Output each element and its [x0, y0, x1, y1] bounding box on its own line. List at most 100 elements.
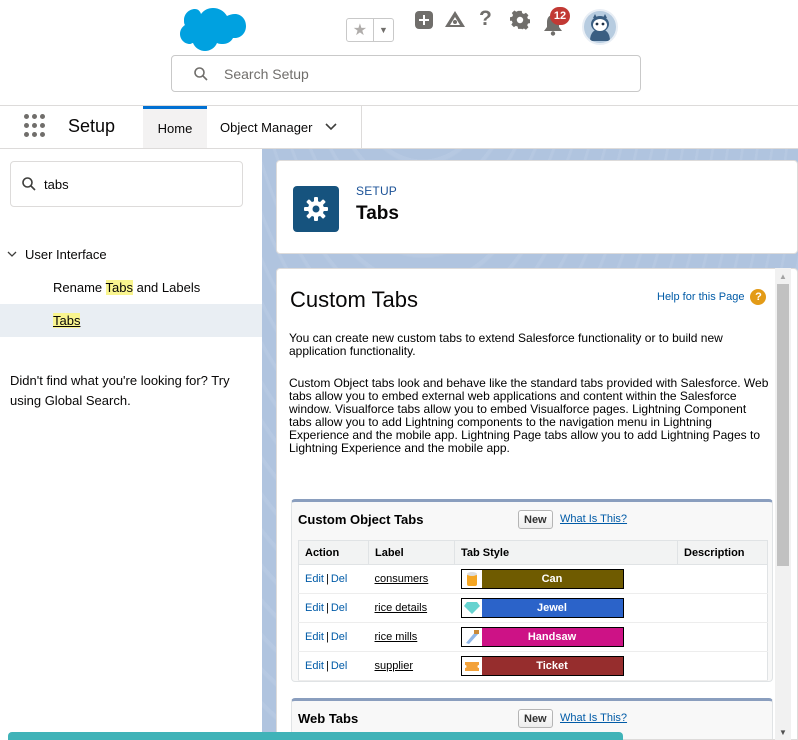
tab-home-label: Home: [157, 121, 193, 136]
del-link[interactable]: Del: [331, 660, 348, 672]
action-separator: |: [325, 631, 329, 643]
del-link[interactable]: Del: [331, 631, 348, 643]
row-description-cell: [677, 622, 768, 652]
custom-object-tabs-block: Custom Object Tabs New What Is This? Act…: [291, 499, 773, 682]
row-style-cell: Can: [454, 564, 678, 594]
del-link[interactable]: Del: [331, 573, 348, 585]
tab-label-link[interactable]: consumers: [375, 573, 429, 585]
edit-link[interactable]: Edit: [305, 631, 324, 643]
table-row: Edit | Del consumers Can: [298, 564, 768, 594]
scroll-up-arrow-icon[interactable]: ▲: [775, 268, 791, 284]
can-icon: [461, 570, 482, 588]
edit-link[interactable]: Edit: [305, 602, 324, 614]
tab-style-swatch: Ticket: [460, 656, 624, 676]
row-description-cell: [677, 593, 768, 623]
sidebar-item-tabs-label[interactable]: Tabs: [53, 313, 81, 328]
scrollbar-thumb[interactable]: [777, 284, 789, 566]
col-action: Action: [298, 540, 369, 565]
setup-sidebar: User Interface Rename Tabs and Labels Ta…: [0, 149, 262, 740]
row-style-cell: Jewel: [454, 593, 678, 623]
row-actions: Edit | Del: [298, 564, 369, 594]
row-label-cell: supplier: [368, 651, 455, 681]
search-icon: [194, 66, 208, 81]
edit-link[interactable]: Edit: [305, 660, 324, 672]
tab-style-swatch: Jewel: [460, 598, 624, 618]
add-icon[interactable]: [414, 10, 434, 30]
item-highlight: Tabs: [105, 280, 133, 295]
custom-tabs-table: Action Label Tab Style Description Edit |…: [298, 540, 768, 681]
notification-badge: 12: [550, 7, 570, 25]
avatar[interactable]: [582, 9, 618, 45]
row-style-cell: Handsaw: [454, 622, 678, 652]
tree-section-label: User Interface: [25, 247, 107, 262]
jewel-icon: [461, 599, 482, 617]
help-link-label[interactable]: Help for this Page: [657, 291, 744, 303]
table-row: Edit | Del rice mills Handsaw: [298, 622, 768, 652]
tab-label-link[interactable]: supplier: [375, 660, 414, 672]
tab-object-manager-label: Object Manager: [220, 119, 313, 135]
chevron-down-icon[interactable]: ▼: [374, 19, 393, 41]
gear-icon[interactable]: [510, 10, 530, 30]
tab-label-link[interactable]: rice details: [375, 602, 428, 614]
sidebar-item-rename-tabs[interactable]: Rename Tabs and Labels: [53, 280, 200, 295]
edit-link[interactable]: Edit: [305, 573, 324, 585]
what-is-this-link[interactable]: What Is This?: [560, 513, 627, 525]
ticket-icon: [461, 657, 482, 675]
tab-object-manager[interactable]: Object Manager: [207, 106, 362, 148]
help-for-this-page-link[interactable]: Help for this Page ?: [657, 289, 767, 305]
tab-style-swatch: Can: [460, 569, 624, 589]
scroll-down-arrow-icon[interactable]: ▼: [775, 724, 791, 740]
col-tab-style: Tab Style: [454, 540, 678, 565]
action-separator: |: [325, 602, 329, 614]
content-panel: Custom Tabs Help for this Page ? You can…: [276, 268, 798, 740]
quick-find-box[interactable]: [10, 161, 243, 207]
row-description-cell: [677, 564, 768, 594]
tab-style-swatch: Handsaw: [460, 627, 624, 647]
app-launcher-icon[interactable]: [24, 114, 48, 138]
tab-style-name: Jewel: [481, 599, 623, 617]
table-row: Edit | Del supplier Ticket: [298, 651, 768, 681]
chevron-down-icon[interactable]: [7, 251, 17, 258]
tab-style-name: Handsaw: [481, 628, 623, 646]
star-icon[interactable]: ★: [347, 19, 374, 41]
content-title: Custom Tabs: [290, 287, 418, 312]
new-custom-tab-button[interactable]: New: [518, 510, 553, 529]
block-title: Web Tabs: [298, 711, 359, 726]
row-style-cell: Ticket: [454, 651, 678, 681]
col-label: Label: [368, 540, 455, 565]
row-label-cell: consumers: [368, 564, 455, 594]
global-header: ★ ▼ ? 12: [0, 0, 798, 105]
context-nav-bar: Setup Home Object Manager: [0, 105, 798, 149]
tab-label-link[interactable]: rice mills: [375, 631, 418, 643]
tree-section-user-interface[interactable]: User Interface: [7, 247, 107, 262]
bottom-utility-bar: [8, 732, 623, 740]
quick-find-input[interactable]: [44, 176, 224, 192]
search-icon: [22, 177, 36, 191]
trailhead-icon[interactable]: [444, 10, 466, 30]
sidebar-item-tabs[interactable]: Tabs: [0, 304, 262, 337]
description-paragraph: Custom Object tabs look and behave like …: [289, 376, 769, 455]
row-description-cell: [677, 651, 768, 681]
favorites-group: ★ ▼: [346, 18, 394, 42]
item-text: Rename: [53, 280, 106, 295]
what-is-this-link[interactable]: What Is This?: [560, 712, 627, 724]
handsaw-icon: [461, 628, 482, 646]
tab-home[interactable]: Home: [143, 106, 207, 148]
help-icon[interactable]: ?: [750, 289, 767, 305]
row-actions: Edit | Del: [298, 651, 369, 681]
new-web-tab-button[interactable]: New: [518, 709, 553, 728]
page-title: Tabs: [356, 203, 399, 224]
search-setup-input[interactable]: [224, 65, 604, 82]
intro-paragraph: You can create new custom tabs to extend…: [289, 331, 723, 358]
page-header: SETUP Tabs: [276, 160, 798, 254]
search-setup-box[interactable]: [171, 55, 641, 92]
not-found-message: Didn't find what you're looking for? Try…: [10, 373, 230, 408]
del-link[interactable]: Del: [331, 602, 348, 614]
salesforce-cloud-logo[interactable]: [170, 8, 246, 52]
chevron-down-icon[interactable]: [324, 123, 337, 131]
row-actions: Edit | Del: [298, 593, 369, 623]
table-header-row: Action Label Tab Style Description: [298, 540, 768, 565]
help-icon[interactable]: ?: [479, 7, 492, 31]
setup-gear-icon: [293, 186, 339, 232]
row-label-cell: rice details: [368, 593, 455, 623]
